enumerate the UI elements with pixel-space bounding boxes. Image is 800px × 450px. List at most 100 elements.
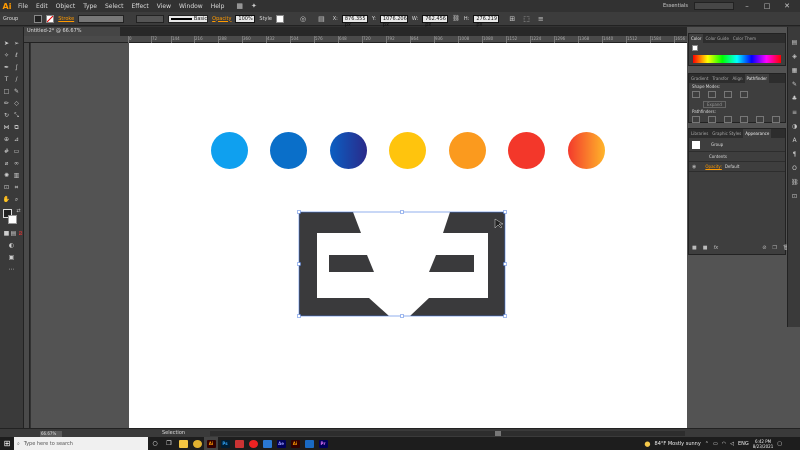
- edit-toolbar-icon[interactable]: ⋯: [7, 265, 16, 274]
- selection-handle[interactable]: [503, 314, 507, 318]
- free-transform-tool-icon[interactable]: ⧉: [12, 123, 21, 132]
- menu-effect[interactable]: Effect: [128, 3, 153, 10]
- selection-handle[interactable]: [400, 314, 404, 318]
- opacity-label[interactable]: Opacity: [212, 16, 231, 22]
- tab-transform[interactable]: Transfor: [710, 74, 730, 83]
- selection-handle[interactable]: [297, 262, 301, 266]
- appearance-group-row[interactable]: Group: [689, 138, 785, 152]
- workspace-switcher[interactable]: Essentials: [663, 3, 688, 9]
- color-panel-fill-icon[interactable]: [692, 45, 698, 51]
- graphic-style-swatch[interactable]: [275, 14, 284, 23]
- logo-shape-group[interactable]: [129, 43, 689, 428]
- expand-button[interactable]: Expand: [703, 101, 726, 108]
- panel-menu-icon[interactable]: ≡: [538, 15, 544, 23]
- draw-mode-icon[interactable]: ◐: [7, 241, 16, 250]
- rotate-tool-icon[interactable]: ↻: [2, 111, 11, 120]
- stroke-panel-icon[interactable]: ≡: [791, 109, 798, 116]
- pen-tool-icon[interactable]: ✒: [2, 63, 11, 72]
- close-button[interactable]: ✕: [780, 2, 794, 10]
- direct-selection-tool-icon[interactable]: ➢: [12, 39, 21, 48]
- photoshop-taskbar-icon[interactable]: Ps: [218, 437, 232, 450]
- menu-help[interactable]: Help: [207, 3, 229, 10]
- cortana-icon[interactable]: ○: [148, 437, 162, 450]
- tab-gradient[interactable]: Gradient: [689, 74, 710, 83]
- scale-tool-icon[interactable]: ⤡: [12, 111, 21, 120]
- opentype-panel-icon[interactable]: O: [791, 165, 798, 172]
- appearance-contents-row[interactable]: Contents: [689, 152, 785, 162]
- visibility-eye-icon[interactable]: ◉: [692, 164, 696, 170]
- rectangle-tool-icon[interactable]: □: [2, 87, 11, 96]
- isolate-group-icon[interactable]: ⬚: [523, 15, 530, 23]
- opacity-link[interactable]: Opacity:: [705, 164, 721, 169]
- tab-pathfinder[interactable]: Pathfinder: [744, 74, 770, 83]
- hand-tool-icon[interactable]: ✋: [2, 195, 11, 204]
- magic-wand-tool-icon[interactable]: ✧: [2, 51, 11, 60]
- wifi-icon[interactable]: ◠: [722, 441, 726, 447]
- selection-handle[interactable]: [297, 210, 301, 214]
- symbol-sprayer-tool-icon[interactable]: ✺: [2, 171, 11, 180]
- task-view-icon[interactable]: ❐: [162, 437, 176, 450]
- tab-color-themes[interactable]: Color Them: [731, 34, 758, 43]
- width-tool-icon[interactable]: ⋈: [2, 123, 11, 132]
- zoom-tool-icon[interactable]: ⌕: [12, 195, 21, 204]
- help-search-input[interactable]: [694, 2, 734, 10]
- tray-overflow-icon[interactable]: ⌃: [705, 441, 709, 447]
- links-panel-icon[interactable]: ⛓: [791, 179, 799, 186]
- align-icon[interactable]: ▤: [318, 15, 325, 23]
- horizontal-scrollbar[interactable]: [210, 431, 685, 436]
- stroke-color-icon[interactable]: [8, 215, 17, 224]
- clear-appearance-icon[interactable]: ⊘: [762, 245, 766, 251]
- layers-panel-icon[interactable]: ◈: [791, 53, 798, 60]
- maximize-button[interactable]: □: [760, 2, 774, 10]
- outline-icon[interactable]: [755, 116, 764, 123]
- tab-color-guide[interactable]: Color Guide: [703, 34, 730, 43]
- tab-libraries[interactable]: Libraries: [689, 129, 710, 138]
- lasso-tool-icon[interactable]: ℓ: [12, 51, 21, 60]
- menu-file[interactable]: File: [14, 3, 32, 10]
- intersect-icon[interactable]: [723, 91, 732, 98]
- h-field[interactable]: 276.219 px: [473, 14, 500, 28]
- windows-start-icon[interactable]: ⊞: [0, 437, 14, 450]
- add-stroke-icon[interactable]: ■: [692, 245, 697, 251]
- tab-appearance[interactable]: Appearance: [743, 129, 772, 138]
- taskbar-search-box[interactable]: ⌕ Type here to search: [14, 437, 148, 450]
- selection-handle[interactable]: [503, 210, 507, 214]
- character-panel-icon[interactable]: A: [791, 137, 798, 144]
- curvature-tool-icon[interactable]: ∫: [12, 63, 21, 72]
- unite-icon[interactable]: [692, 91, 700, 98]
- stroke-label[interactable]: Stroke: [58, 16, 74, 22]
- menu-select[interactable]: Select: [101, 3, 128, 10]
- variable-width-profile[interactable]: [136, 14, 165, 23]
- constrain-proportions-icon[interactable]: ⛓: [452, 15, 460, 22]
- gradient-tool-icon[interactable]: ▭: [12, 147, 21, 156]
- slice-tool-icon[interactable]: ⌗: [12, 183, 21, 192]
- crop-icon[interactable]: [739, 116, 748, 123]
- minus-front-icon[interactable]: [707, 91, 716, 98]
- shape-builder-tool-icon[interactable]: ⊕: [2, 135, 11, 144]
- file-explorer-icon[interactable]: [176, 437, 190, 450]
- transform-icon[interactable]: ⊞: [509, 15, 515, 23]
- column-graph-tool-icon[interactable]: ▥: [12, 171, 21, 180]
- app-blue-taskbar-icon[interactable]: [302, 437, 316, 450]
- properties-panel-icon[interactable]: ▤: [791, 39, 798, 46]
- w-field[interactable]: 762.456 px: [422, 14, 449, 28]
- illustrator-taskbar-icon[interactable]: Ai: [204, 437, 218, 450]
- symbols-panel-icon[interactable]: ♣: [791, 95, 798, 102]
- brush-definition[interactable]: Basic: [168, 14, 209, 23]
- app-taskbar-icon[interactable]: [232, 437, 246, 450]
- perspective-grid-tool-icon[interactable]: ⊿: [12, 135, 21, 144]
- tab-color[interactable]: Color: [689, 34, 704, 43]
- store-icon[interactable]: [260, 437, 274, 450]
- minus-back-icon[interactable]: [771, 116, 780, 123]
- appearance-opacity-row[interactable]: ◉ Opacity: Default: [689, 162, 785, 172]
- artboards-panel-icon[interactable]: ⊡: [791, 193, 798, 200]
- tab-align[interactable]: Align: [731, 74, 745, 83]
- weather-text[interactable]: 84°F Mostly sunny: [655, 441, 701, 447]
- stroke-swatch[interactable]: [46, 14, 55, 23]
- swap-fill-stroke-icon[interactable]: ⇄: [14, 207, 23, 216]
- add-effect-icon[interactable]: fx: [713, 245, 718, 251]
- volume-icon[interactable]: ◁: [730, 441, 734, 447]
- screen-mode-icon[interactable]: ▣: [7, 253, 16, 262]
- premiere-taskbar-icon[interactable]: Pr: [316, 437, 330, 450]
- menu-view[interactable]: View: [153, 3, 175, 10]
